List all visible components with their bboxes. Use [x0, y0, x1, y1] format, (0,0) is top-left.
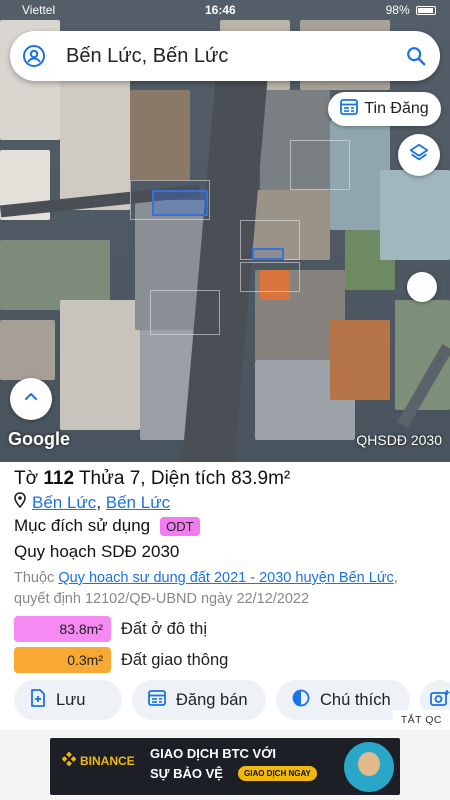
map-parcel[interactable]	[290, 140, 350, 190]
listing-icon	[148, 689, 166, 711]
ad-person-image	[344, 742, 394, 792]
legend-label: Chú thích	[320, 690, 391, 709]
ad-subheadline: SỰ BẢO VỆ	[150, 766, 223, 781]
parcel-title: Tờ 112 Thửa 7, Diện tích 83.9m²	[14, 468, 291, 489]
search-icon[interactable]	[392, 45, 440, 67]
save-button[interactable]: Lưu	[14, 680, 122, 720]
parcel-location: Bến Lức, Bến Lức	[14, 492, 170, 513]
listing-icon	[340, 98, 359, 120]
usage-area-bar: 83.8m²	[14, 616, 111, 642]
ad-cta-button[interactable]: GIAO DỊCH NGAY	[238, 766, 317, 781]
plan-reference: Thuộc Quy hoach sư dung đất 2021 - 2030 …	[14, 568, 434, 610]
post-sale-label: Đăng bán	[176, 690, 248, 709]
map-parcel[interactable]	[240, 262, 300, 292]
search-bar[interactable]: Bến Lức, Bến Lức	[10, 31, 440, 81]
map-parcel-highlight[interactable]	[252, 248, 284, 260]
location-pin-icon	[14, 492, 26, 513]
plan-document-link[interactable]: Quy hoach sư dung đất 2021 - 2030 huyện …	[58, 570, 393, 586]
location-separator: ,	[96, 492, 106, 512]
purpose-badge: ODT	[160, 516, 200, 536]
google-logo: Google	[8, 429, 70, 449]
parcel-info-panel: Tờ 112 Thửa 7, Diện tích 83.9m² Bến Lức,…	[0, 462, 450, 730]
action-bar: Lưu Đăng bán Chú thích	[14, 680, 450, 720]
add-bookmark-icon	[30, 688, 46, 712]
map-overlay-label: QHSDĐ 2030	[356, 432, 442, 448]
layers-icon	[408, 142, 430, 169]
status-bar: Viettel 16:46 98%	[0, 0, 450, 20]
layers-button[interactable]	[398, 134, 440, 176]
clock: 16:46	[205, 3, 236, 17]
purpose-label: Mục đích sử dụng	[14, 516, 151, 535]
expand-panel-button[interactable]	[10, 378, 52, 420]
battery-icon	[416, 6, 436, 15]
ad-brand: BINANCE	[61, 751, 135, 769]
selected-parcel[interactable]	[152, 190, 208, 216]
map-building	[60, 300, 140, 430]
map-building	[130, 90, 190, 180]
close-ad-button[interactable]: TẮT QC	[392, 710, 450, 730]
map-side-toggle[interactable]	[407, 272, 437, 302]
location-link-district[interactable]: Bến Lức	[106, 493, 170, 512]
sheet-label: Tờ	[14, 468, 39, 489]
plan-heading: Quy hoạch SDĐ 2030	[14, 542, 180, 561]
usage-area-bar: 0.3m²	[14, 647, 111, 673]
land-purpose-row: Mục đích sử dụng ODT	[14, 516, 200, 536]
tin-dang-label: Tin Đăng	[364, 100, 429, 117]
legend-button[interactable]: Chú thích	[276, 680, 410, 720]
search-query[interactable]: Bến Lức, Bến Lức	[58, 45, 392, 68]
ad-container: BINANCE GIAO DỊCH BTC VỚI SỰ BẢO VỆ GIAO…	[0, 730, 450, 800]
usage-row: 83.8m² Đất ở đô thị	[14, 616, 207, 642]
plot-label: Thửa	[78, 468, 125, 489]
plan-reference-prefix: Thuộc	[14, 570, 59, 586]
add-photo-icon	[430, 689, 450, 712]
area-value: 83.9m²	[231, 468, 291, 489]
binance-logo-icon	[61, 751, 77, 769]
account-icon[interactable]	[10, 31, 58, 81]
plot-number: 7	[129, 468, 141, 489]
battery-percent: 98%	[385, 3, 410, 17]
map-parcel[interactable]	[150, 290, 220, 335]
carrier-label: Viettel	[22, 3, 56, 17]
map-building	[0, 320, 55, 380]
usage-row: 0.3m² Đất giao thông	[14, 647, 228, 673]
map-building	[60, 60, 130, 210]
usage-label: Đất ở đô thị	[121, 619, 208, 638]
ad-banner[interactable]: BINANCE GIAO DỊCH BTC VỚI SỰ BẢO VỆ GIAO…	[50, 738, 400, 795]
ad-brand-name: BINANCE	[80, 753, 135, 768]
map-view[interactable]: Viettel 16:46 98% Bến Lức, Bến Lức Tin Đ…	[0, 0, 450, 462]
sheet-number: 112	[43, 468, 75, 489]
battery-indicator: 98%	[386, 3, 436, 17]
post-sale-button[interactable]: Đăng bán	[132, 680, 266, 720]
ad-headline: GIAO DỊCH BTC VỚI	[150, 746, 276, 761]
tin-dang-button[interactable]: Tin Đăng	[328, 92, 441, 126]
usage-label: Đất giao thông	[121, 650, 229, 669]
map-building	[330, 320, 390, 400]
area-label: Diện tích	[150, 468, 226, 489]
map-building	[380, 170, 450, 260]
contrast-icon	[292, 689, 310, 712]
chevron-up-icon	[23, 389, 39, 410]
save-label: Lưu	[56, 690, 86, 709]
location-link-town[interactable]: Bến Lức	[32, 493, 96, 512]
